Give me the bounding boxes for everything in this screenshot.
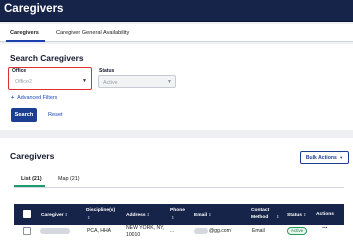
address-line-2: 10010 xyxy=(126,232,141,238)
column-header-phone[interactable]: Phone ⇕ xyxy=(170,207,185,222)
redacted-email-user xyxy=(194,228,208,234)
address-line-1: NEW YORK, NY, xyxy=(126,225,165,231)
table-row[interactable]: PCA, HHA NEW YORK, NY, 10010 ... @gg.com… xyxy=(14,225,344,246)
column-header-caregiver[interactable]: Caregiver⇕ xyxy=(41,211,68,219)
column-header-actions: Actions xyxy=(316,212,334,217)
column-label: Address xyxy=(126,213,146,218)
plus-icon: + xyxy=(11,95,15,101)
status-select-value: Active xyxy=(103,79,118,86)
list-heading: Caregivers xyxy=(10,151,55,161)
search-heading: Search Caregivers xyxy=(10,53,84,63)
page-title: Caregivers xyxy=(4,3,64,15)
active-tab-indicator xyxy=(6,40,45,42)
status-label: Status xyxy=(99,68,115,74)
office-label: Office xyxy=(12,68,27,74)
sort-icon: ⇕ xyxy=(276,214,280,219)
caregivers-list-panel: Caregivers Bulk Actions ▼ List (21) Map … xyxy=(0,138,353,246)
column-header-disciplines[interactable]: Discipline(s) ⇕ xyxy=(86,207,115,222)
row-checkbox[interactable] xyxy=(23,227,31,235)
sort-icon: ⇕ xyxy=(146,212,150,217)
column-header-contact-method[interactable]: Contact Method ⇕ xyxy=(251,207,279,221)
page-tabs: Caregivers Caregiver General Availabilit… xyxy=(0,24,353,42)
table-header: Caregiver⇕ Discipline(s) ⇕ Address⇕ Phone… xyxy=(14,204,344,225)
column-label: Discipline(s) xyxy=(86,208,116,213)
column-label: Email xyxy=(194,213,208,218)
office-select[interactable]: Office2 ▼ xyxy=(11,75,90,88)
reset-link[interactable]: Reset xyxy=(48,112,63,118)
cell-contact-method: Email xyxy=(252,228,265,234)
column-header-email[interactable]: Email⇕ xyxy=(194,211,211,219)
active-view-indicator xyxy=(14,185,45,187)
chevron-down-icon: ▼ xyxy=(82,77,87,84)
more-actions-icon[interactable]: ··· xyxy=(322,225,328,232)
column-label: Phone xyxy=(170,208,185,213)
tab-caregiver-general-availability[interactable]: Caregiver General Availability xyxy=(56,30,129,36)
column-label: Status xyxy=(287,213,302,218)
tab-map-view[interactable]: Map (21) xyxy=(58,176,80,182)
bulk-actions-label: Bulk Actions xyxy=(305,155,337,161)
sort-icon: ⇕ xyxy=(208,212,212,217)
sort-icon: ⇕ xyxy=(64,212,68,217)
office-select-value: Office2 xyxy=(15,78,32,85)
status-select[interactable]: Active ▼ xyxy=(98,75,176,88)
sort-icon: ⇕ xyxy=(302,212,307,217)
search-button[interactable]: Search xyxy=(11,108,37,122)
cell-disciplines: PCA, HHA xyxy=(87,228,112,234)
select-all-checkbox[interactable] xyxy=(23,210,31,218)
cell-email: @gg.com xyxy=(209,228,231,234)
column-label: Contact Method xyxy=(251,208,270,220)
column-header-address[interactable]: Address⇕ xyxy=(126,211,150,219)
column-label: Caregiver xyxy=(41,213,64,218)
advanced-filters-link[interactable]: + Advanced Filters xyxy=(11,95,57,101)
cell-address: NEW YORK, NY, 10010 xyxy=(126,225,164,239)
bulk-actions-button[interactable]: Bulk Actions ▼ xyxy=(300,151,349,164)
redacted-caregiver-name xyxy=(40,228,70,234)
search-panel: Search Caregivers Office Office2 ▼ Statu… xyxy=(0,44,353,130)
advanced-filters-label: Advanced Filters xyxy=(17,95,58,101)
tab-caregivers[interactable]: Caregivers xyxy=(10,30,39,36)
status-badge: Active xyxy=(287,227,307,235)
chevron-down-icon: ▼ xyxy=(339,155,344,160)
sort-icon: ⇕ xyxy=(87,215,91,220)
sort-icon: ⇕ xyxy=(171,215,175,220)
view-tabs-divider xyxy=(14,186,344,187)
page-header: Caregivers xyxy=(0,0,353,22)
chevron-down-icon: ▼ xyxy=(167,78,172,85)
tab-list-view[interactable]: List (21) xyxy=(21,176,42,182)
cell-phone: ... xyxy=(170,228,175,234)
column-header-status[interactable]: Status⇕ xyxy=(287,211,306,219)
